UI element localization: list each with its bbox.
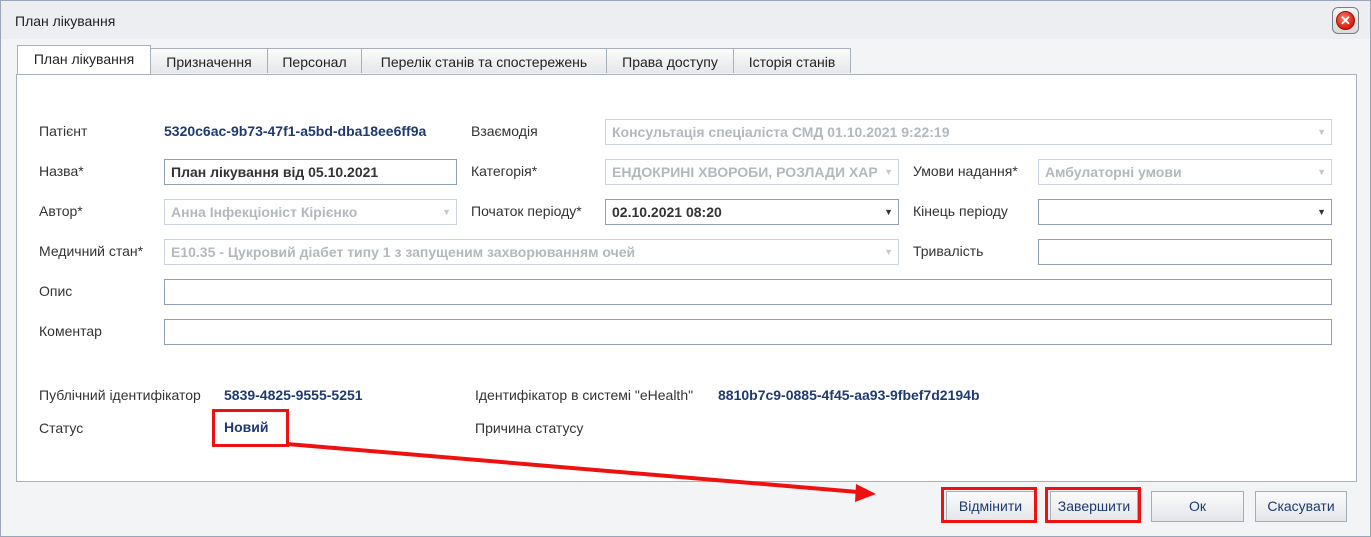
arrow-right-icon <box>286 442 876 502</box>
tab-treatment-plan[interactable]: План лікування <box>17 45 151 74</box>
